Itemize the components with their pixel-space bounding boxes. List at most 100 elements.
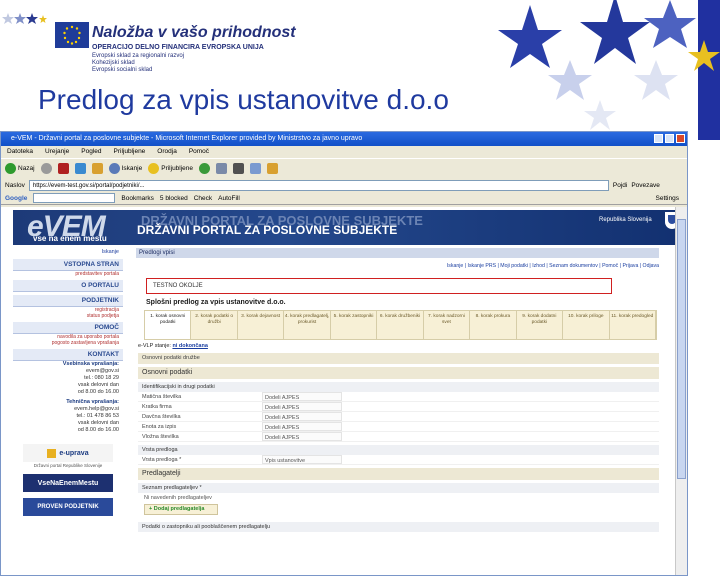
menu-bar: Datoteka Urejanje Pogled Priljubljene Or… (1, 146, 687, 158)
wizard-steps: 1. korak osnovni podatki 2. korak podatk… (144, 310, 657, 340)
google-bookmarks-button[interactable]: Bookmarks (121, 195, 154, 202)
google-settings-button[interactable]: Settings (656, 195, 688, 202)
page-viewport: eVEM vse na enem mestu DRŽAVNI PORTAL ZA… (1, 207, 677, 575)
sidebar-search-link[interactable]: Iskanje (13, 248, 123, 256)
eu-funds-list: Evropski sklad za regionalni razvoj Kohe… (92, 53, 185, 73)
wizard-step-11[interactable]: 11. korak predogled (610, 311, 656, 339)
davcna-field: Dodeli AJPES (262, 412, 342, 421)
close-icon[interactable] (676, 134, 685, 143)
scrollbar-thumb[interactable] (677, 219, 686, 479)
e-uprava-caption: Državni portal Republike Slovenije (33, 463, 103, 468)
vem-banner[interactable]: VseNaEnemMestu (23, 474, 113, 492)
print-button[interactable] (233, 163, 245, 174)
google-check-button[interactable]: Check (194, 195, 212, 202)
maticna-field: Dodeli AJPES (262, 392, 342, 401)
wizard-step-10[interactable]: 10. korak priloge (563, 311, 610, 339)
back-arrow-icon (5, 163, 16, 174)
subsection-seznam: Seznam predlagateljev * (138, 483, 659, 493)
folder-button[interactable] (267, 163, 279, 174)
wizard-step-1[interactable]: 1. korak osnovni podatki (145, 311, 192, 339)
forward-button[interactable] (40, 163, 52, 174)
links-label[interactable]: Povezave (631, 182, 660, 189)
go-button[interactable]: Pojdi (613, 182, 627, 189)
search-button[interactable]: Iskanje (108, 163, 142, 174)
form-row: Kratka firma Dodeli AJPES (138, 402, 659, 412)
edit-button[interactable] (250, 163, 262, 174)
google-logo: Google (5, 194, 28, 202)
site-header: eVEM vse na enem mestu DRŽAVNI PORTAL ZA… (13, 210, 677, 245)
wizard-step-8[interactable]: 8. korak prokura (470, 311, 517, 339)
stop-button[interactable] (57, 163, 69, 174)
kratka-firma-field: Dodeli AJPES (262, 402, 342, 411)
sidebar-sublink-status[interactable]: status podjetja (13, 313, 123, 319)
maximize-icon[interactable] (665, 134, 674, 143)
eu-cofinancing-text: OPERACIJO DELNO FINANCIRA EVROPSKA UNIJA (92, 44, 264, 51)
menu-item-help[interactable]: Pomoč (189, 146, 209, 158)
technical-contact-content: Tehnična vprašanja: evem.help@gov.si tel… (13, 399, 123, 434)
address-input[interactable]: https://evem-test.gov.si/portal/podjetni… (28, 179, 609, 191)
sidebar-item-podjetnik[interactable]: PODJETNIK (13, 295, 123, 307)
window-controls (654, 134, 685, 143)
contact-email-link[interactable]: evem@gov.si (17, 368, 119, 375)
breadcrumb: Predlogi vpisi (136, 248, 659, 258)
vertical-scrollbar[interactable] (675, 207, 687, 575)
sidebar-item-kontakt[interactable]: KONTAKT (13, 349, 123, 361)
republic-label: Republika Slovenija (599, 217, 652, 223)
wizard-step-6[interactable]: 6. korak družbeniki (377, 311, 424, 339)
tech-email-link[interactable]: evem.help@gov.si (17, 406, 119, 413)
star-icon (148, 163, 160, 174)
window-title: e-VEM - Državni portal za poslovne subje… (11, 135, 363, 142)
google-toolbar: Google Bookmarks 5 blocked Check AutoFil… (1, 192, 687, 205)
evlp-status-link[interactable]: ni dokončana (172, 343, 207, 349)
google-search-input[interactable] (33, 193, 116, 203)
form-title: Splošni predlog za vpis ustanovitve d.o.… (146, 299, 286, 306)
subsection-vrsta: Vrsta predloga (138, 445, 659, 455)
google-autofill-button[interactable]: AutoFill (218, 195, 240, 202)
mail-button[interactable] (216, 163, 228, 174)
google-popup-blocker-button[interactable]: 5 blocked (160, 195, 188, 202)
tab-osnovni-podatki[interactable]: Osnovni podatki družbe (138, 353, 659, 364)
wizard-step-3[interactable]: 3. korak dejavnost (238, 311, 285, 339)
form-row: Matična številka Dodeli AJPES (138, 392, 659, 402)
refresh-button[interactable] (74, 163, 86, 174)
evem-tagline: vse na enem mestu (33, 234, 107, 243)
e-uprava-banner[interactable]: e-uprava (23, 444, 113, 462)
top-links[interactable]: Iskanje | Iskanje PRS | Moji podatki | I… (136, 263, 659, 269)
form-row: Davčna številka Dodeli AJPES (138, 412, 659, 422)
wizard-step-2[interactable]: 2. korak podatki o družbi (191, 311, 238, 339)
wizard-step-7[interactable]: 7. korak nadzorni svet (424, 311, 471, 339)
browser-window: e-VEM - Državni portal za poslovne subje… (0, 131, 688, 576)
home-button[interactable] (91, 163, 103, 174)
address-bar: Naslov https://evem-test.gov.si/portal/p… (1, 178, 687, 192)
wizard-step-5[interactable]: 5. korak zastopniki (331, 311, 378, 339)
favorites-button[interactable]: Priljubljene (148, 163, 193, 174)
menu-item-favorites[interactable]: Priljubljene (114, 146, 146, 158)
sidebar-item-vstopna[interactable]: VSTOPNA STRAN (13, 259, 123, 271)
stars-decoration-icon (2, 13, 47, 24)
form-row: Enota za izpis Dodeli AJPES (138, 422, 659, 432)
decorative-stars-icon (498, 0, 720, 140)
subsection-zastopnik: Podatki o zastopniku ali pooblaščenem pr… (138, 522, 659, 532)
menu-item-tools[interactable]: Orodja (157, 146, 177, 158)
menu-item-view[interactable]: Pogled (81, 146, 101, 158)
minimize-icon[interactable] (654, 134, 663, 143)
menu-item-edit[interactable]: Urejanje (45, 146, 69, 158)
menu-item-file[interactable]: Datoteka (7, 146, 33, 158)
eu-slogan: Naložba v vašo prihodnost (92, 24, 296, 41)
history-button[interactable] (199, 163, 211, 174)
sidebar-item-o-portalu[interactable]: O PORTALU (13, 280, 123, 292)
subsection-identification: Identifikacijski in drugi podatki (138, 382, 659, 392)
proven-podjetnik-banner[interactable]: PROVEN PODJETNIK (23, 498, 113, 516)
e-uprava-logo-icon (47, 448, 57, 458)
sidebar-item-pomoc[interactable]: POMOČ (13, 322, 123, 334)
sidebar-sublink-predstavitev[interactable]: predstavitev portala (13, 271, 123, 277)
wizard-step-4[interactable]: 4. korak predlagatelj, prokurist (284, 311, 331, 339)
wizard-step-9[interactable]: 9. korak dodatni podatki (517, 311, 564, 339)
add-predlagatelj-button[interactable]: + Dodaj predlagatelja (144, 504, 218, 515)
form-row: Vložna številka Dodeli AJPES (138, 432, 659, 442)
vrsta-predloga-field[interactable]: Vpis ustanovitve (262, 455, 342, 464)
back-button[interactable]: Nazaj (5, 163, 35, 174)
test-environment-notice: TESTNO OKOLJE (146, 278, 612, 294)
sidebar-sublink-faq[interactable]: pogosto zastavljena vprašanja (13, 340, 123, 346)
slide-title: Predlog za vpis ustanovitve d.o.o (38, 84, 449, 115)
